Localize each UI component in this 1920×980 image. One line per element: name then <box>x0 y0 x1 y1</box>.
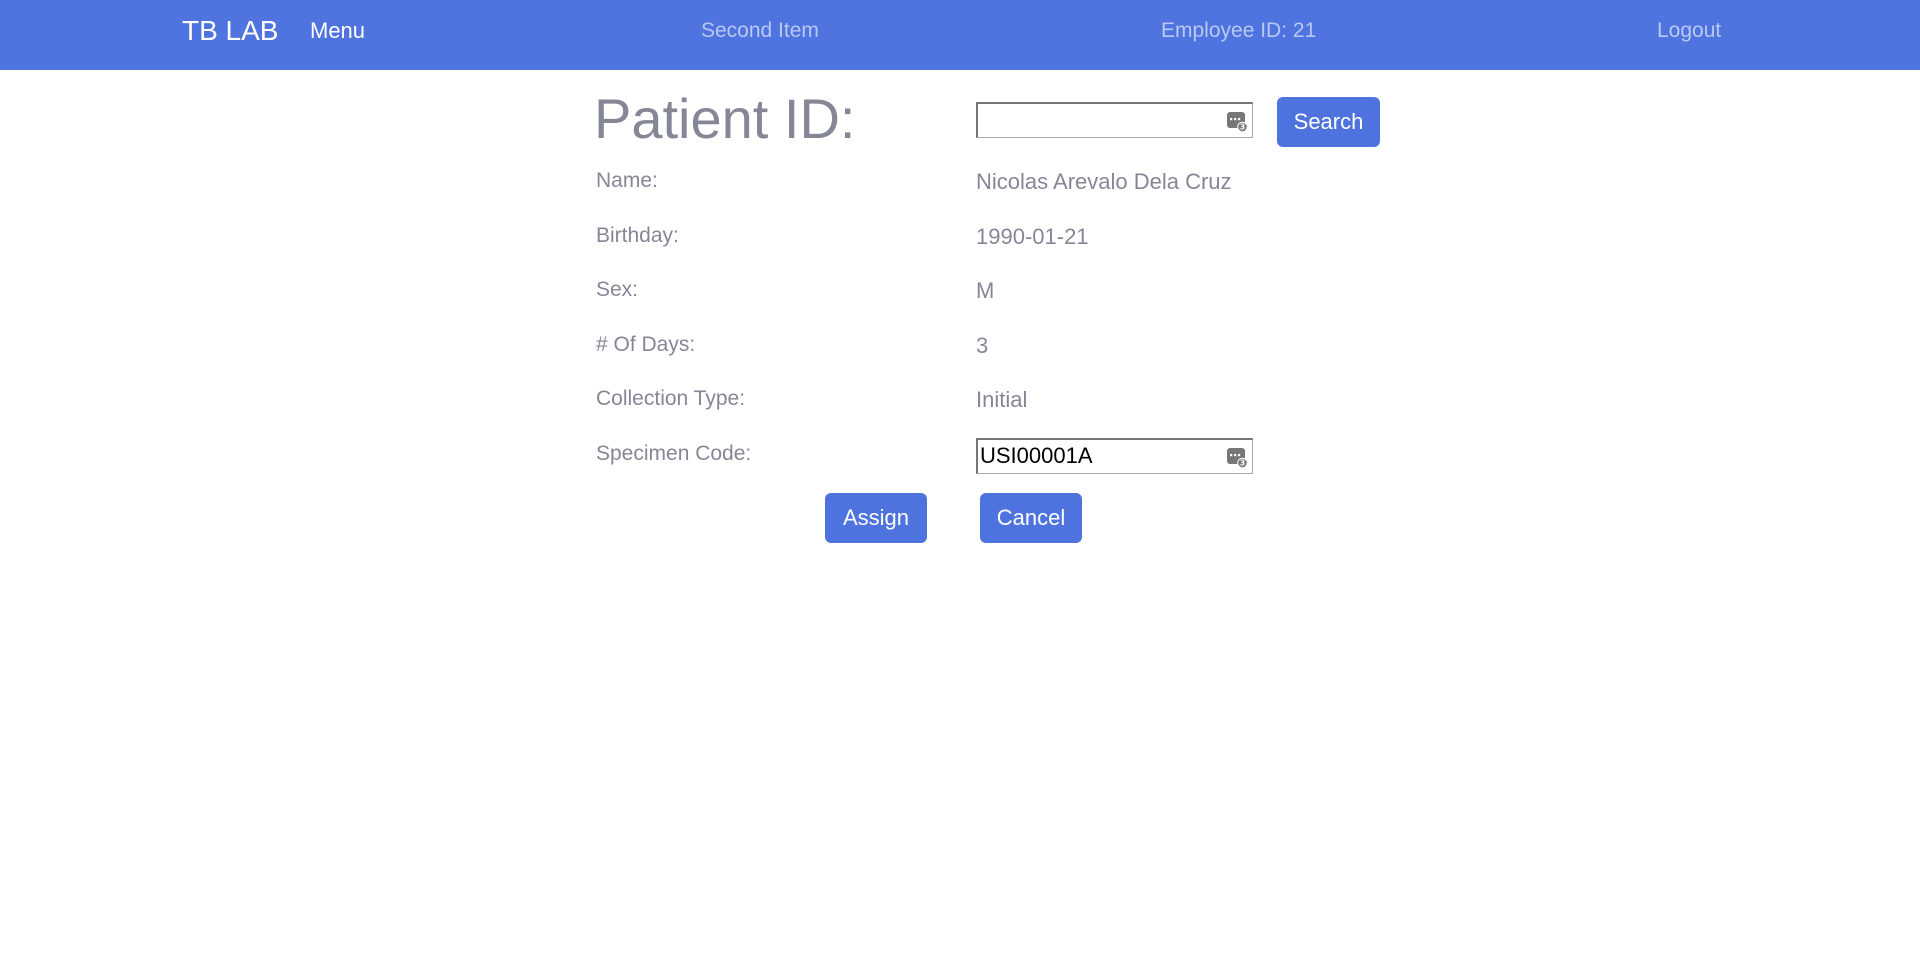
brand-logo[interactable]: TB LAB <box>182 0 278 62</box>
keyboard-badge: 3 <box>1240 459 1245 468</box>
patient-id-field[interactable]: 3 <box>976 102 1253 138</box>
days-label: # Of Days: <box>596 333 696 356</box>
specimen-code-field[interactable]: 3 <box>976 438 1253 474</box>
birthday-label: Birthday: <box>596 224 679 247</box>
page-title: Patient ID: <box>594 87 856 150</box>
name-label: Name: <box>596 169 658 192</box>
logout-link[interactable]: Logout <box>1657 0 1721 62</box>
employee-id-label: Employee ID: 21 <box>1161 19 1317 42</box>
nav-menu[interactable]: Menu <box>310 0 365 62</box>
assign-button[interactable]: Assign <box>825 493 927 543</box>
search-button[interactable]: Search <box>1277 97 1380 147</box>
days-value: 3 <box>976 333 989 358</box>
name-value: Nicolas Arevalo Dela Cruz <box>976 169 1232 194</box>
top-navbar: TB LAB Menu Second Item Employee ID: 21 … <box>0 0 1920 70</box>
nav-second-item[interactable]: Second Item <box>701 0 819 62</box>
cancel-button[interactable]: Cancel <box>980 493 1082 543</box>
collection-type-value: Initial <box>976 387 1028 412</box>
keyboard-icon[interactable]: 3 <box>1226 110 1248 132</box>
collection-type-label: Collection Type: <box>596 387 746 410</box>
keyboard-badge: 3 <box>1240 123 1245 132</box>
specimen-code-label: Specimen Code: <box>596 442 752 465</box>
birthday-value: 1990-01-21 <box>976 224 1089 249</box>
specimen-code-input[interactable] <box>980 440 1220 472</box>
sex-label: Sex: <box>596 278 639 301</box>
sex-value: M <box>976 278 995 303</box>
patient-id-input[interactable] <box>980 104 1220 136</box>
keyboard-icon[interactable]: 3 <box>1226 446 1248 468</box>
